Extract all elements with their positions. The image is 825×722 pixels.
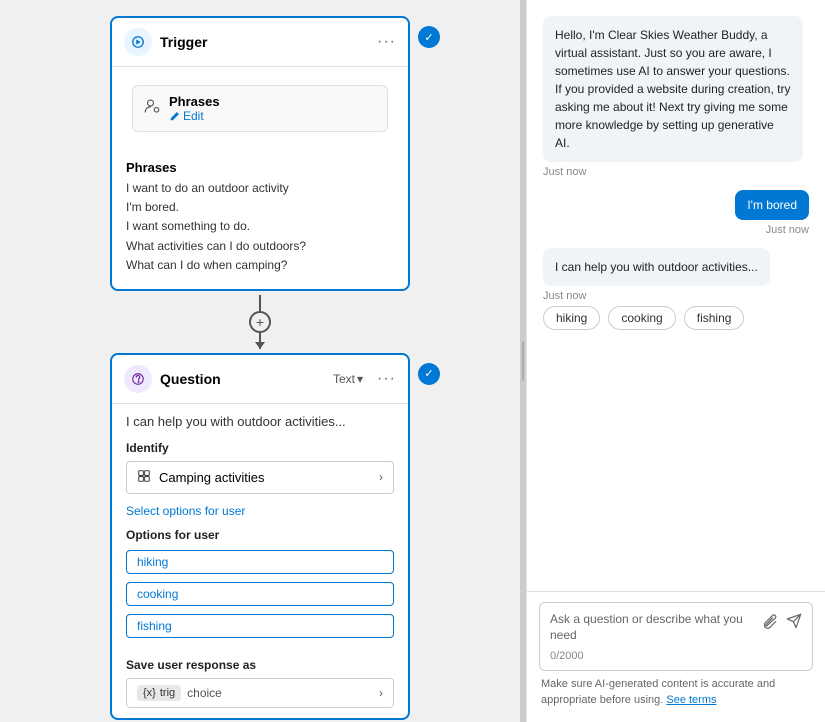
phrases-section-label: Phrases	[126, 160, 394, 175]
options-label: Options for user	[126, 528, 394, 542]
phrase-1: I want to do an outdoor activity	[126, 179, 394, 198]
chat-input-area: Ask a question or describe what you need…	[527, 591, 825, 722]
chat-input-icons	[762, 613, 802, 632]
edit-link[interactable]: Edit	[169, 109, 220, 123]
disclaimer-link[interactable]: See terms	[666, 694, 716, 706]
question-icon	[124, 365, 152, 393]
connector-line-top	[259, 295, 261, 311]
user-message-group: I'm bored Just now	[543, 190, 809, 236]
identify-box[interactable]: Camping activities ›	[126, 461, 394, 494]
add-step-button[interactable]: +	[249, 311, 271, 333]
trigger-menu[interactable]: ···	[377, 33, 396, 51]
select-options-link[interactable]: Select options for user	[126, 504, 394, 518]
chat-input-row: Ask a question or describe what you need…	[539, 602, 813, 672]
identify-icon	[137, 469, 151, 486]
phrases-list: Phrases I want to do an outdoor activity…	[112, 150, 408, 289]
identify-label: Identify	[126, 441, 394, 455]
question-card-header: Question Text ▾ ···	[112, 355, 408, 404]
trigger-title: Trigger	[160, 34, 369, 50]
phrase-3: I want something to do.	[126, 217, 394, 236]
phrases-content: I want to do an outdoor activity I'm bor…	[126, 179, 394, 275]
right-panel: Hello, I'm Clear Skies Weather Buddy, a …	[526, 0, 825, 722]
identify-value: Camping activities	[159, 470, 371, 485]
timestamp-3: Just now	[543, 290, 809, 302]
chat-option-cooking[interactable]: cooking	[608, 306, 675, 330]
phrase-2: I'm bored.	[126, 198, 394, 217]
timestamp-2: Just now	[766, 224, 809, 236]
save-box[interactable]: {x} trig choice ›	[126, 678, 394, 708]
type-badge[interactable]: Text ▾	[333, 372, 363, 386]
identify-chevron: ›	[379, 470, 383, 484]
timestamp-1: Just now	[543, 166, 809, 178]
disclaimer: Make sure AI-generated content is accura…	[539, 677, 813, 712]
left-panel: Trigger ··· ✓ Phrases Edit	[0, 0, 520, 722]
attachment-icon[interactable]	[762, 613, 778, 632]
save-var-name: choice	[187, 686, 222, 700]
divider-line	[522, 341, 524, 381]
connector-1: +	[249, 295, 271, 349]
char-count: 0/2000	[550, 650, 754, 662]
bot-bubble-2: I can help you with outdoor activities..…	[543, 248, 770, 286]
trigger-card: Trigger ··· ✓ Phrases Edit	[110, 16, 410, 291]
bot-bubble-1: Hello, I'm Clear Skies Weather Buddy, a …	[543, 16, 803, 162]
phrases-inner-title: Phrases	[169, 94, 220, 109]
question-menu[interactable]: ···	[377, 370, 396, 388]
connector-arrow	[259, 333, 261, 349]
chat-options-row: hiking cooking fishing	[543, 306, 809, 330]
bot-message-group-2: I can help you with outdoor activities..…	[543, 248, 809, 330]
save-chevron: ›	[379, 686, 383, 700]
trigger-icon	[124, 28, 152, 56]
trigger-check: ✓	[418, 26, 440, 48]
user-bubble: I'm bored	[735, 190, 809, 220]
send-icon[interactable]	[786, 613, 802, 632]
option-fishing[interactable]: fishing	[126, 614, 394, 638]
phrase-5: What can I do when camping?	[126, 256, 394, 275]
option-hiking[interactable]: hiking	[126, 550, 394, 574]
options-list: hiking cooking fishing	[126, 550, 394, 646]
chat-option-fishing[interactable]: fishing	[684, 306, 745, 330]
question-check: ✓	[418, 363, 440, 385]
question-body: I can help you with outdoor activities..…	[112, 404, 408, 718]
chat-option-hiking[interactable]: hiking	[543, 306, 600, 330]
option-cooking[interactable]: cooking	[126, 582, 394, 606]
phrase-4: What activities can I do outdoors?	[126, 237, 394, 256]
chat-area: Hello, I'm Clear Skies Weather Buddy, a …	[527, 0, 825, 591]
question-title: Question	[160, 371, 325, 387]
question-card: Question Text ▾ ··· ✓ I can help you wit…	[110, 353, 410, 720]
save-var: {x} trig	[137, 685, 181, 701]
phrases-inner-box[interactable]: Phrases Edit	[132, 85, 388, 132]
bot-message-group-1: Hello, I'm Clear Skies Weather Buddy, a …	[543, 16, 809, 178]
trigger-card-header: Trigger ···	[112, 18, 408, 67]
phrases-inner-content: Phrases Edit	[169, 94, 220, 123]
save-label: Save user response as	[126, 658, 394, 672]
phrases-inner-icon	[143, 97, 161, 120]
question-text: I can help you with outdoor activities..…	[126, 414, 394, 429]
chat-input-placeholder[interactable]: Ask a question or describe what you need	[550, 611, 754, 645]
